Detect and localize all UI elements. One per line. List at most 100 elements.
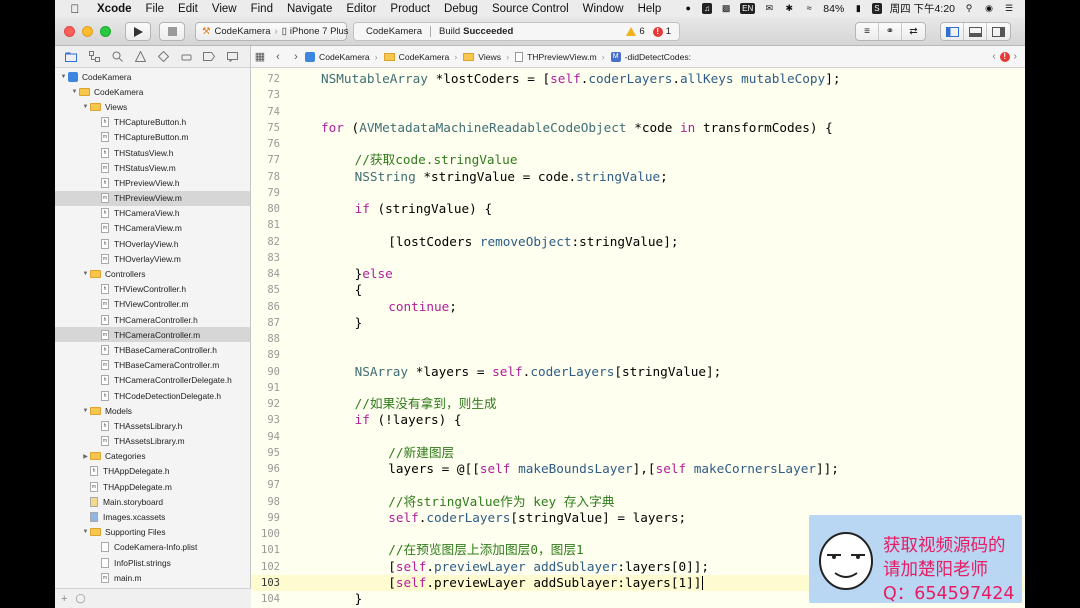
scheme-selector[interactable]: ⚒ CodeKamera › ▯ iPhone 7 Plus bbox=[195, 22, 349, 41]
menu-help[interactable]: Help bbox=[638, 3, 662, 15]
menu-navigate[interactable]: Navigate bbox=[287, 3, 332, 15]
scheme-device[interactable]: iPhone 7 Plus bbox=[290, 26, 349, 37]
warning-badge[interactable]: 6 bbox=[626, 26, 645, 37]
navigator-row[interactable]: m main.m bbox=[55, 570, 250, 585]
disclosure-open-icon[interactable]: ▼ bbox=[59, 74, 68, 80]
navigator-row[interactable]: ▼ CodeKamera bbox=[55, 84, 250, 99]
code-line[interactable]: 80 if (stringValue) { bbox=[251, 201, 1025, 217]
navigator-row[interactable]: m THCaptureButton.m bbox=[55, 130, 250, 145]
navigator-row[interactable]: h THPreviewView.h bbox=[55, 175, 250, 190]
clock[interactable]: 周四 下午4:20 bbox=[890, 1, 955, 16]
code-line[interactable]: 76 bbox=[251, 136, 1025, 152]
crumb-project[interactable]: CodeKamera › bbox=[305, 51, 378, 62]
navigator-row[interactable]: h THAssetsLibrary.h bbox=[55, 418, 250, 433]
siri-icon[interactable]: ◉ bbox=[983, 3, 995, 14]
disclosure-open-icon[interactable]: ▼ bbox=[81, 104, 90, 110]
navigator-row[interactable]: InfoPlist.strings bbox=[55, 555, 250, 570]
navigator-row[interactable]: ▼ Controllers bbox=[55, 266, 250, 281]
report-navigator-tab[interactable] bbox=[226, 51, 238, 63]
navigator-row[interactable]: h THCameraControllerDelegate.h bbox=[55, 373, 250, 388]
related-items-icon[interactable]: ▦ bbox=[251, 50, 269, 63]
crumb-file[interactable]: THPreviewView.m › bbox=[515, 51, 605, 62]
disclosure-closed-icon[interactable]: ▶ bbox=[81, 453, 90, 460]
add-file-button[interactable]: + bbox=[61, 593, 67, 605]
code-line[interactable]: 98 //将stringValue作为 key 存入字典 bbox=[251, 494, 1025, 510]
version-editor-button[interactable]: ⇄ bbox=[902, 23, 925, 40]
navigator-row[interactable]: h THCameraController.h bbox=[55, 312, 250, 327]
recording-icon[interactable]: ● bbox=[682, 3, 694, 14]
navigator-row[interactable]: ▼ Views bbox=[55, 99, 250, 114]
code-line[interactable]: 77 //获取code.stringValue bbox=[251, 152, 1025, 168]
navigator-row[interactable]: ▼ Supporting Files bbox=[55, 525, 250, 540]
forward-button[interactable]: › bbox=[287, 51, 305, 63]
navigator-row[interactable]: Main.storyboard bbox=[55, 494, 250, 509]
code-line[interactable]: 95 //新建图层 bbox=[251, 445, 1025, 461]
code-line[interactable]: 72 NSMutableArray *lostCoders = [self.cod… bbox=[251, 71, 1025, 87]
navigator-row[interactable]: ▼ Models bbox=[55, 403, 250, 418]
notification-center-icon[interactable]: ☰ bbox=[1003, 3, 1015, 14]
symbol-navigator-tab[interactable] bbox=[88, 51, 100, 63]
menu-find[interactable]: Find bbox=[251, 3, 273, 15]
navigator-row[interactable]: h THBaseCameraController.h bbox=[55, 342, 250, 357]
navigator-row[interactable]: h THCameraView.h bbox=[55, 206, 250, 221]
project-navigator-tab[interactable] bbox=[65, 51, 77, 63]
code-line[interactable]: 79 bbox=[251, 185, 1025, 201]
apple-icon[interactable]:  bbox=[67, 2, 83, 16]
filter-icon[interactable]: ◯ bbox=[75, 593, 85, 604]
close-window-button[interactable] bbox=[64, 26, 75, 37]
code-line[interactable]: 97 bbox=[251, 477, 1025, 493]
next-issue-button[interactable]: › bbox=[1014, 51, 1017, 62]
issue-error-icon[interactable]: ! bbox=[999, 51, 1010, 62]
navigator-row[interactable]: h THViewController.h bbox=[55, 282, 250, 297]
code-line[interactable]: 92 //如果没有拿到，则生成 bbox=[251, 396, 1025, 412]
code-line[interactable]: 96 layers = @[[self makeBoundsLayer],[sel… bbox=[251, 461, 1025, 477]
navigator-row[interactable]: m THPreviewView.m bbox=[55, 190, 250, 206]
navigator-row[interactable]: m THCameraController.m bbox=[55, 327, 250, 343]
navigator-row[interactable]: h THStatusView.h bbox=[55, 145, 250, 160]
menu-edit[interactable]: Edit bbox=[178, 3, 198, 15]
display-icon[interactable]: ▩ bbox=[720, 3, 732, 14]
disclosure-open-icon[interactable]: ▼ bbox=[81, 271, 90, 277]
breakpoint-navigator-tab[interactable] bbox=[203, 51, 215, 63]
back-button[interactable]: ‹ bbox=[269, 51, 287, 63]
toggle-navigator-button[interactable] bbox=[941, 23, 964, 40]
zoom-window-button[interactable] bbox=[100, 26, 111, 37]
navigator-row[interactable]: m THBaseCameraController.m bbox=[55, 358, 250, 373]
disclosure-open-icon[interactable]: ▼ bbox=[70, 89, 79, 95]
navigator-row[interactable]: Images.xcassets bbox=[55, 509, 250, 524]
spotlight-icon[interactable]: ⚲ bbox=[963, 3, 975, 14]
standard-editor-button[interactable]: ≡ bbox=[856, 23, 879, 40]
navigator-row[interactable]: m THViewController.m bbox=[55, 297, 250, 312]
microphone-icon[interactable]: ♫ bbox=[702, 3, 713, 14]
navigator-row[interactable]: m THAppDelegate.m bbox=[55, 479, 250, 494]
code-line[interactable]: 90 NSArray *layers = self.coderLayers[str… bbox=[251, 364, 1025, 380]
disclosure-open-icon[interactable]: ▼ bbox=[81, 529, 90, 535]
menu-view[interactable]: View bbox=[212, 3, 237, 15]
crumb-group[interactable]: CodeKamera › bbox=[383, 52, 457, 62]
code-line[interactable]: 93 if (!layers) { bbox=[251, 412, 1025, 428]
code-line[interactable]: 73 bbox=[251, 87, 1025, 103]
code-line[interactable]: 75 for (AVMetadataMachineReadableCodeObje… bbox=[251, 120, 1025, 136]
code-line[interactable]: 84}else bbox=[251, 266, 1025, 282]
code-line[interactable]: 78 NSString *stringValue = code.stringVal… bbox=[251, 169, 1025, 185]
menu-source-control[interactable]: Source Control bbox=[492, 3, 569, 15]
navigator-row[interactable]: h THCaptureButton.h bbox=[55, 115, 250, 130]
menu-editor[interactable]: Editor bbox=[346, 3, 376, 15]
code-line[interactable]: 87} bbox=[251, 315, 1025, 331]
scheme-project[interactable]: CodeKamera bbox=[215, 26, 271, 37]
navigator-row[interactable]: h THAppDelegate.h bbox=[55, 464, 250, 479]
navigator-row[interactable]: h THOverlayView.h bbox=[55, 236, 250, 251]
disclosure-open-icon[interactable]: ▼ bbox=[81, 408, 90, 414]
code-line[interactable]: 81 bbox=[251, 217, 1025, 233]
menu-window[interactable]: Window bbox=[583, 3, 624, 15]
error-badge[interactable]: ! 1 bbox=[652, 26, 671, 37]
menu-app-name[interactable]: Xcode bbox=[97, 3, 132, 15]
toggle-debug-area-button[interactable] bbox=[964, 23, 987, 40]
crumb-views[interactable]: Views › bbox=[463, 52, 509, 62]
code-line[interactable]: 86 continue; bbox=[251, 299, 1025, 315]
menu-product[interactable]: Product bbox=[390, 3, 430, 15]
code-line[interactable]: 83 bbox=[251, 250, 1025, 266]
navigator-row[interactable]: m THAssetsLibrary.m bbox=[55, 434, 250, 449]
message-icon[interactable]: ✉ bbox=[763, 3, 775, 14]
battery-icon[interactable]: ▮ bbox=[852, 3, 864, 14]
